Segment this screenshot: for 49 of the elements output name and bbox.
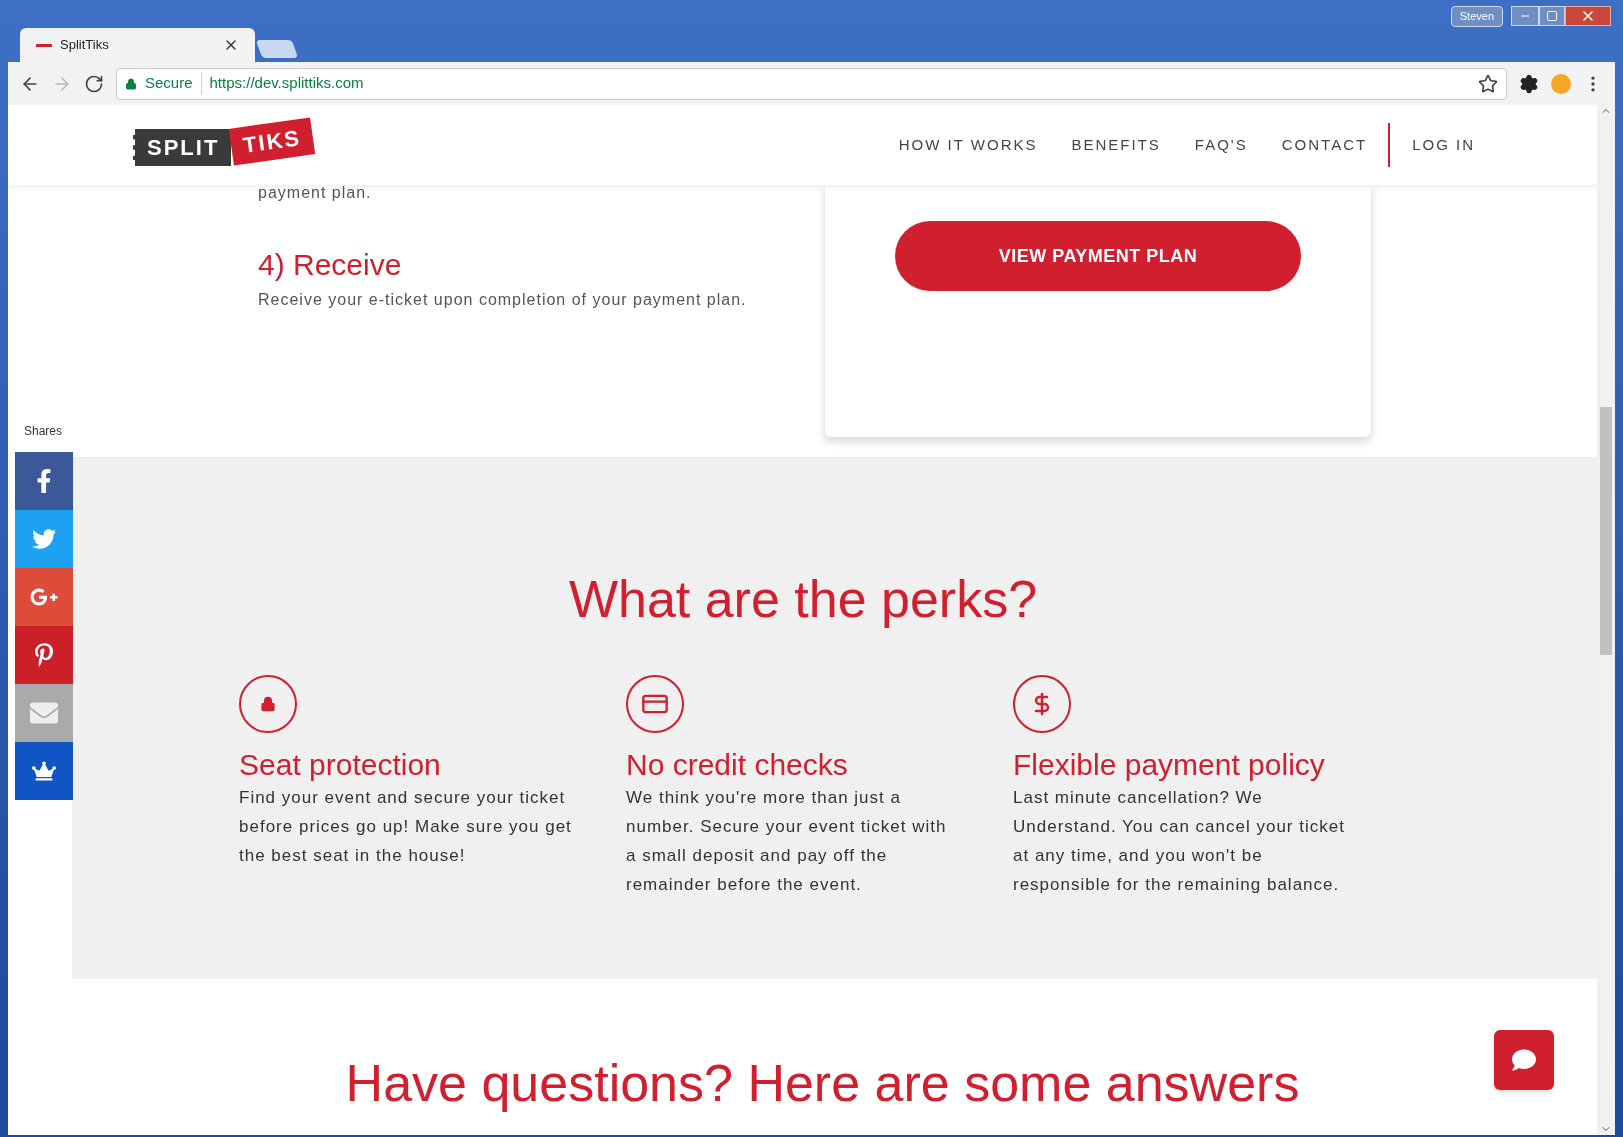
perk-text: We think you're more than just a number. Secure your event ticket with a small deposit and pay off the remainder before the event. <box>626 787 948 896</box>
browser-tab[interactable]: SplitTiks <box>20 28 255 62</box>
maximize-button[interactable] <box>1539 6 1565 27</box>
logo[interactable]: SPLIT TIKS <box>133 110 320 168</box>
perks-title: What are the perks? <box>567 569 1039 630</box>
twitter-icon <box>32 527 56 551</box>
nav-link[interactable]: FAQ'S <box>1177 133 1265 157</box>
new-tab-button[interactable] <box>255 40 299 58</box>
address-bar[interactable]: Secure https://dev.splittiks.com <box>116 67 1507 100</box>
speech-bubble-icon <box>1512 1048 1536 1072</box>
nav-link[interactable]: LOG IN <box>1394 133 1492 157</box>
faq-title: Have questions? Here are some answers <box>345 1053 1300 1113</box>
step-text: Receive your e-ticket upon completion of your payment plan. <box>258 290 748 310</box>
view-payment-plan-button[interactable]: VIEW PAYMENT PLAN <box>895 221 1301 291</box>
share-button[interactable] <box>15 626 73 684</box>
nav-link[interactable]: CONTACT <box>1264 133 1385 157</box>
step-title: 4) Receive <box>258 247 403 283</box>
maximize-icon <box>1546 10 1558 23</box>
step-text: payment plan. <box>258 183 373 203</box>
scrollbar[interactable] <box>1597 105 1615 1135</box>
lock-icon <box>260 696 276 712</box>
url-text: https://dev.splittiks.com <box>209 73 365 94</box>
nav-link[interactable]: HOW IT WORKS <box>881 133 1055 157</box>
lock-icon <box>125 77 137 90</box>
close-button[interactable] <box>1565 6 1611 27</box>
perk-title: No credit checks <box>626 747 849 783</box>
share-button[interactable] <box>15 568 73 626</box>
share-button[interactable] <box>15 452 73 510</box>
shares-label: Shares <box>24 423 64 440</box>
share-button[interactable] <box>15 742 73 800</box>
chat-button[interactable] <box>1494 1030 1554 1090</box>
secure-label: Secure <box>145 72 202 95</box>
logo-left: SPLIT <box>133 128 232 166</box>
bookmark-star-icon[interactable] <box>1478 73 1498 94</box>
perk-text: Find your event and secure your ticket before prices go up! Make sure you get the best seat in the house! <box>239 787 573 867</box>
perk-title: Flexible payment policy <box>1013 747 1326 783</box>
scrollbar-thumb[interactable] <box>1600 407 1612 655</box>
minimize-button[interactable] <box>1511 6 1539 27</box>
logo-right: TIKS <box>229 116 316 166</box>
favicon-icon <box>36 43 52 47</box>
perk-title: Seat protection <box>239 747 442 783</box>
settings-icon[interactable] <box>1519 73 1539 94</box>
perk-text: Last minute cancellation? We Understand. You can cancel your ticket at any time, and you won't be responsible for the remaining balance. <box>1013 787 1346 896</box>
pinterest-icon <box>32 643 56 667</box>
crown-icon <box>32 759 56 783</box>
tab-title: SplitTiks <box>60 36 110 55</box>
nav-link[interactable]: BENEFITS <box>1054 133 1178 157</box>
share-button[interactable] <box>15 510 73 568</box>
reload-icon[interactable] <box>84 73 104 94</box>
